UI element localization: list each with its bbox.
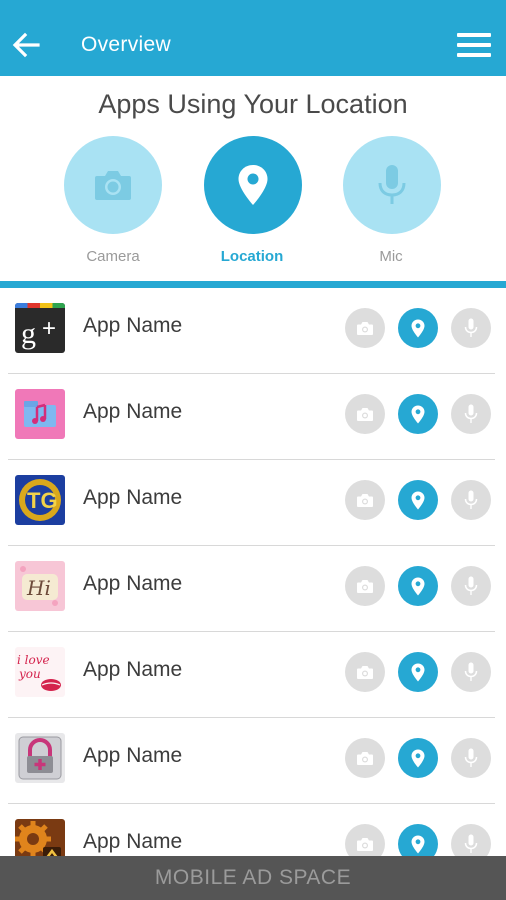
camera-toggle[interactable] xyxy=(345,566,385,606)
camera-icon xyxy=(95,171,131,200)
app-name: App Name xyxy=(83,486,183,509)
page-title: Overview xyxy=(81,33,171,56)
svg-text:i love: i love xyxy=(17,653,50,667)
app-name: App Name xyxy=(83,744,183,767)
app-name: App Name xyxy=(83,658,183,681)
gear-app-icon xyxy=(15,819,65,856)
google-plus-app-icon: g + xyxy=(15,303,65,353)
lock-plus-app-icon xyxy=(15,733,65,783)
camera-toggle[interactable] xyxy=(345,738,385,778)
arrow-left-icon xyxy=(12,32,40,58)
map-pin-icon xyxy=(411,749,425,767)
map-pin-icon xyxy=(411,491,425,509)
hi-note-app-icon: Hi xyxy=(15,561,65,611)
svg-text:Hi: Hi xyxy=(26,576,51,600)
location-toggle[interactable] xyxy=(398,738,438,778)
location-toggle[interactable] xyxy=(398,566,438,606)
camera-icon xyxy=(357,579,373,593)
camera-label: Camera xyxy=(86,248,140,265)
microphone-icon xyxy=(464,662,478,681)
mic-toggle[interactable] xyxy=(451,394,491,434)
camera-toggle[interactable] xyxy=(345,394,385,434)
microphone-icon xyxy=(464,748,478,767)
mic-toggle[interactable] xyxy=(451,566,491,606)
microphone-icon xyxy=(464,834,478,853)
camera-icon xyxy=(357,321,373,335)
list-item[interactable]: g + App Name xyxy=(0,288,506,374)
app-name: App Name xyxy=(83,572,183,595)
location-label: Location xyxy=(220,248,284,265)
ad-banner[interactable]: MOBILE AD SPACE xyxy=(0,856,506,900)
mic-toggle[interactable] xyxy=(451,738,491,778)
map-pin-icon xyxy=(411,577,425,595)
music-folder-app-icon xyxy=(15,389,65,439)
camera-icon xyxy=(357,665,373,679)
map-pin-icon xyxy=(411,405,425,423)
mic-toggle[interactable] xyxy=(451,480,491,520)
camera-icon xyxy=(357,493,373,507)
tg-badge-app-icon: TG xyxy=(15,475,65,525)
mic-toggle[interactable] xyxy=(451,308,491,348)
app-list[interactable]: g + App Name App Name TG App Name Hi App… xyxy=(0,288,506,856)
camera-toggle[interactable] xyxy=(345,480,385,520)
app-name: App Name xyxy=(83,830,183,853)
section-divider xyxy=(0,281,506,288)
map-pin-icon xyxy=(238,165,268,205)
location-toggle[interactable] xyxy=(398,824,438,856)
microphone-icon xyxy=(464,576,478,595)
svg-text:TG: TG xyxy=(27,488,58,513)
list-item[interactable]: i love you App Name xyxy=(0,632,506,718)
list-item[interactable]: Hi App Name xyxy=(0,546,506,632)
list-item[interactable]: App Name xyxy=(0,718,506,804)
svg-text:g: g xyxy=(21,317,36,350)
app-name: App Name xyxy=(83,314,183,337)
list-item[interactable]: App Name xyxy=(0,374,506,460)
mic-toggle[interactable] xyxy=(451,652,491,692)
top-app-bar: Overview xyxy=(0,0,506,76)
microphone-icon xyxy=(464,404,478,423)
app-name: App Name xyxy=(83,400,183,423)
mic-permission-button[interactable] xyxy=(343,136,441,234)
location-toggle[interactable] xyxy=(398,394,438,434)
camera-icon xyxy=(357,837,373,851)
svg-text:you: you xyxy=(18,667,41,681)
camera-toggle[interactable] xyxy=(345,824,385,856)
section-heading: Apps Using Your Location xyxy=(98,89,408,119)
mic-label: Mic xyxy=(379,248,403,265)
camera-toggle[interactable] xyxy=(345,652,385,692)
map-pin-icon xyxy=(411,835,425,853)
back-button[interactable] xyxy=(12,30,40,60)
hamburger-menu-icon xyxy=(457,33,491,37)
location-toggle[interactable] xyxy=(398,308,438,348)
camera-permission-button[interactable] xyxy=(64,136,162,234)
camera-icon xyxy=(357,407,373,421)
svg-text:+: + xyxy=(42,315,56,342)
map-pin-icon xyxy=(411,319,425,337)
menu-button[interactable] xyxy=(455,30,493,60)
location-toggle[interactable] xyxy=(398,480,438,520)
mic-toggle[interactable] xyxy=(451,824,491,856)
list-item[interactable]: App Name xyxy=(0,804,506,856)
map-pin-icon xyxy=(411,663,425,681)
camera-icon xyxy=(357,751,373,765)
microphone-icon xyxy=(378,165,406,204)
i-love-you-app-icon: i love you xyxy=(15,647,65,697)
list-item[interactable]: TG App Name xyxy=(0,460,506,546)
camera-toggle[interactable] xyxy=(345,308,385,348)
microphone-icon xyxy=(464,318,478,337)
location-toggle[interactable] xyxy=(398,652,438,692)
location-permission-button[interactable] xyxy=(204,136,302,234)
microphone-icon xyxy=(464,490,478,509)
